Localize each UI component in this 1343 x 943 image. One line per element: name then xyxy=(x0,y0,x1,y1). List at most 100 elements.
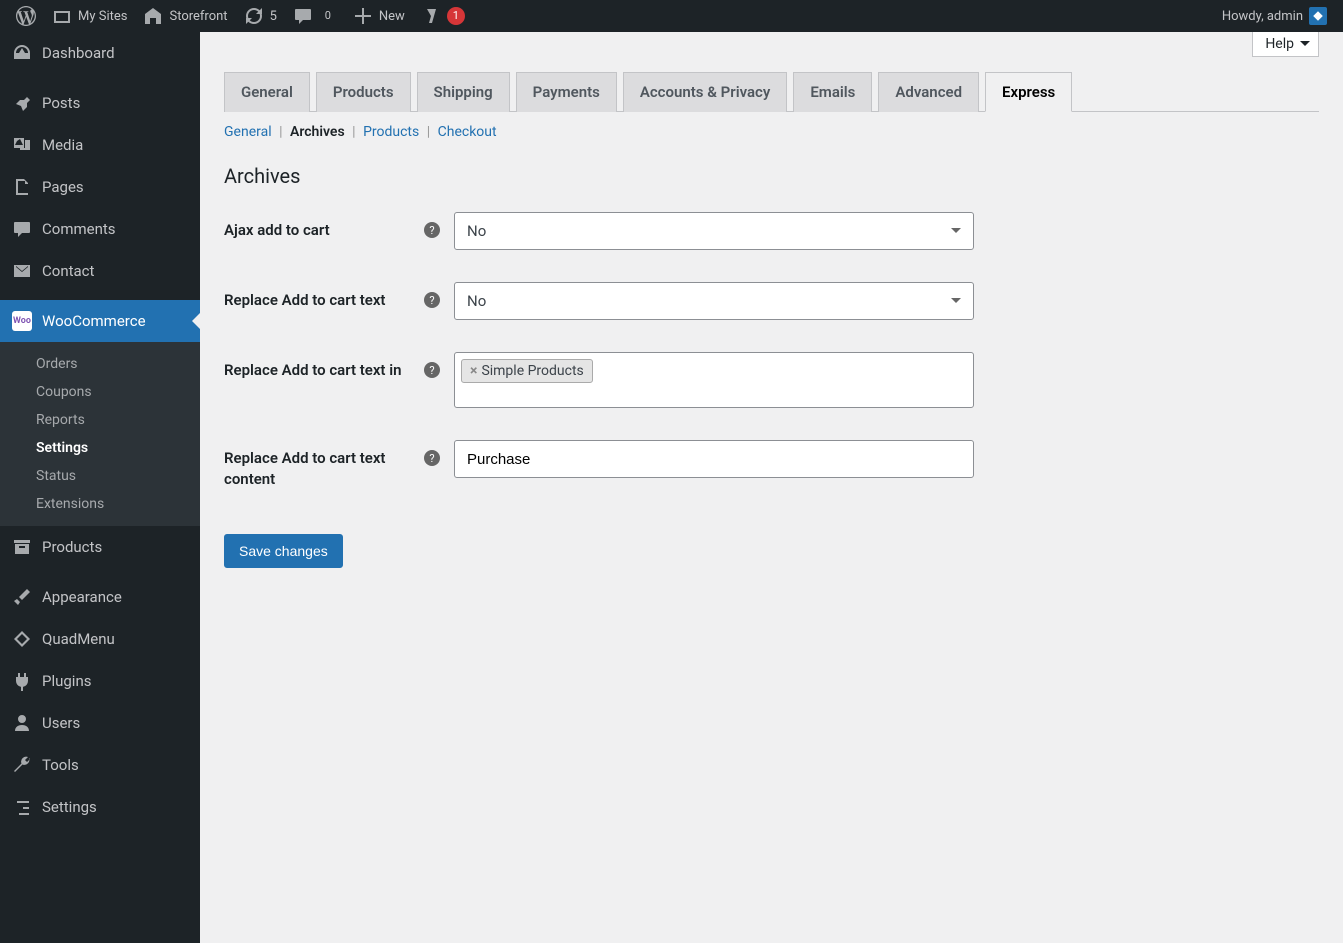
ajax-add-to-cart-select[interactable]: No xyxy=(454,212,974,250)
sidebar-item-label: WooCommerce xyxy=(42,312,146,330)
sidebar-item-dashboard[interactable]: Dashboard xyxy=(0,32,200,74)
comments-count: 0 xyxy=(319,7,337,25)
sidebar-item-label: Media xyxy=(42,136,83,154)
help-icon[interactable]: ? xyxy=(424,362,440,378)
sidebar-item-products[interactable]: Products xyxy=(0,526,200,568)
yoast[interactable]: 1 xyxy=(413,0,473,32)
sidebar-item-quadmenu[interactable]: QuadMenu xyxy=(0,618,200,660)
sidebar-item-label: Users xyxy=(42,714,80,732)
settings-tabs: General Products Shipping Payments Accou… xyxy=(224,72,1319,112)
subtab-archives[interactable]: Archives xyxy=(290,124,345,140)
sidebar-item-pages[interactable]: Pages xyxy=(0,166,200,208)
help-tab[interactable]: Help xyxy=(1252,32,1319,57)
row-replace-content: Replace Add to cart text content ? xyxy=(224,440,1319,490)
subtab-products[interactable]: Products xyxy=(363,124,419,140)
help-icon[interactable]: ? xyxy=(424,222,440,238)
sidebar-item-woocommerce[interactable]: Woo WooCommerce xyxy=(0,300,200,342)
replace-text-select[interactable]: No xyxy=(454,282,974,320)
woocommerce-submenu: Orders Coupons Reports Settings Status E… xyxy=(0,342,200,526)
section-heading: Archives xyxy=(224,164,1319,188)
help-icon[interactable]: ? xyxy=(424,450,440,466)
site-name[interactable]: Storefront xyxy=(135,0,235,32)
sidebar-item-comments[interactable]: Comments xyxy=(0,208,200,250)
wordpress-icon xyxy=(16,6,36,26)
refresh-icon xyxy=(244,6,264,26)
diamond-icon xyxy=(12,629,32,649)
plus-icon xyxy=(353,6,373,26)
sidebar-item-label: QuadMenu xyxy=(42,630,115,648)
submenu-orders[interactable]: Orders xyxy=(0,350,200,378)
tab-express[interactable]: Express xyxy=(985,72,1072,112)
chip-simple-products[interactable]: × Simple Products xyxy=(461,359,593,383)
sidebar-item-contact[interactable]: Contact xyxy=(0,250,200,292)
multisite-icon xyxy=(52,6,72,26)
yoast-icon xyxy=(421,6,441,26)
replace-content-input[interactable] xyxy=(454,440,974,478)
submenu-status[interactable]: Status xyxy=(0,462,200,490)
media-icon xyxy=(12,135,32,155)
subtab-checkout[interactable]: Checkout xyxy=(438,124,497,140)
brush-icon xyxy=(12,587,32,607)
content-area: Help General Products Shipping Payments … xyxy=(200,32,1343,943)
row-ajax-add-to-cart: Ajax add to cart ? No xyxy=(224,212,1319,250)
admin-bar: My Sites Storefront 5 0 New xyxy=(0,0,1343,32)
submenu-coupons[interactable]: Coupons xyxy=(0,378,200,406)
tab-advanced[interactable]: Advanced xyxy=(878,72,979,112)
sidebar-item-settings[interactable]: Settings xyxy=(0,786,200,828)
settings-form: Ajax add to cart ? No Replace Add to car… xyxy=(224,212,1319,490)
sidebar-item-plugins[interactable]: Plugins xyxy=(0,660,200,702)
my-sites[interactable]: My Sites xyxy=(44,0,135,32)
sidebar-item-label: Comments xyxy=(42,220,116,238)
new-label: New xyxy=(379,9,405,24)
sidebar-item-appearance[interactable]: Appearance xyxy=(0,576,200,618)
new-content[interactable]: New xyxy=(345,0,413,32)
dashboard-icon xyxy=(12,43,32,63)
sidebar-item-label: Contact xyxy=(42,262,94,280)
sidebar-item-label: Products xyxy=(42,538,102,556)
field-label: Replace Add to cart text xyxy=(224,282,424,311)
sidebar-item-label: Posts xyxy=(42,94,80,112)
sidebar-item-label: Dashboard xyxy=(42,44,115,62)
updates[interactable]: 5 xyxy=(236,0,285,32)
row-replace-text-in: Replace Add to cart text in ? × Simple P… xyxy=(224,352,1319,408)
select-value: No xyxy=(467,222,486,240)
replace-text-in-multiselect[interactable]: × Simple Products xyxy=(454,352,974,408)
tab-payments[interactable]: Payments xyxy=(516,72,617,112)
sidebar-item-tools[interactable]: Tools xyxy=(0,744,200,786)
sidebar-item-label: Plugins xyxy=(42,672,91,690)
comment-icon xyxy=(12,219,32,239)
wp-logo[interactable] xyxy=(8,0,44,32)
site-name-label: Storefront xyxy=(169,9,227,24)
subtab-general[interactable]: General xyxy=(224,124,272,140)
submenu-extensions[interactable]: Extensions xyxy=(0,490,200,518)
comments[interactable]: 0 xyxy=(285,0,345,32)
submenu-settings[interactable]: Settings xyxy=(0,434,200,462)
field-label: Replace Add to cart text in xyxy=(224,352,424,381)
wrench-icon xyxy=(12,755,32,775)
help-icon[interactable]: ? xyxy=(424,292,440,308)
submenu-reports[interactable]: Reports xyxy=(0,406,200,434)
howdy-text: Howdy, admin xyxy=(1222,9,1303,24)
tab-accounts[interactable]: Accounts & Privacy xyxy=(623,72,788,112)
sidebar-item-media[interactable]: Media xyxy=(0,124,200,166)
tab-products[interactable]: Products xyxy=(316,72,411,112)
yoast-count: 1 xyxy=(447,7,465,25)
sliders-icon xyxy=(12,797,32,817)
tab-emails[interactable]: Emails xyxy=(793,72,872,112)
updates-count: 5 xyxy=(270,9,277,24)
remove-chip-icon[interactable]: × xyxy=(470,363,477,379)
envelope-icon xyxy=(12,261,32,281)
sidebar-item-users[interactable]: Users xyxy=(0,702,200,744)
admin-sidebar: Dashboard Posts Media Pages Comments Con… xyxy=(0,32,200,943)
sidebar-item-label: Tools xyxy=(42,756,79,774)
sidebar-item-posts[interactable]: Posts xyxy=(0,82,200,124)
account[interactable]: Howdy, admin xyxy=(1214,0,1335,32)
user-icon xyxy=(12,713,32,733)
save-button[interactable]: Save changes xyxy=(224,534,343,568)
avatar-icon xyxy=(1309,7,1327,25)
my-sites-label: My Sites xyxy=(78,9,127,24)
tab-general[interactable]: General xyxy=(224,72,310,112)
home-icon xyxy=(143,6,163,26)
woocommerce-icon: Woo xyxy=(12,311,32,331)
tab-shipping[interactable]: Shipping xyxy=(417,72,510,112)
